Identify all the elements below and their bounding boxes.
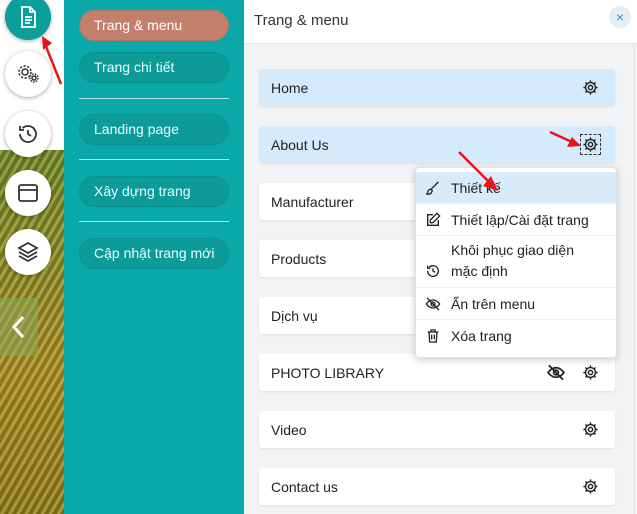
dropdown-label: Thiết kế	[451, 180, 501, 196]
page-label: Products	[271, 251, 327, 267]
page-actions-dropdown: Thiết kế Thiết lập/Cài đặt trang Khôi ph…	[415, 167, 617, 358]
close-button[interactable]: ×	[609, 6, 631, 28]
page-item-contact-us[interactable]: Contact us	[259, 468, 615, 505]
dropdown-item-page-settings[interactable]: Thiết lập/Cài đặt trang	[416, 204, 616, 236]
page-item-photo-library[interactable]: PHOTO LIBRARY	[259, 354, 615, 391]
layers-icon	[17, 241, 39, 263]
page-label: Home	[271, 80, 309, 96]
layout-button[interactable]	[5, 170, 51, 216]
page-label: Video	[271, 422, 307, 438]
scrollbar-track[interactable]	[633, 44, 635, 514]
dropdown-label: Khôi phục giao diện	[451, 242, 574, 258]
page-label: Contact us	[271, 479, 338, 495]
icon-rail	[0, 0, 64, 514]
menu-divider	[79, 221, 229, 222]
dropdown-label-continued: mặc định	[451, 263, 508, 279]
eye-slash-icon[interactable]	[546, 363, 566, 382]
page-label: Manufacturer	[271, 194, 354, 210]
dropdown-item-restore-default[interactable]: Khôi phục giao diện mặc định	[416, 236, 616, 288]
dropdown-label: Xóa trang	[451, 328, 512, 344]
gear-icon[interactable]	[582, 364, 599, 381]
restore-icon	[427, 265, 439, 277]
layout-icon	[18, 184, 38, 202]
dropdown-item-design[interactable]: Thiết kế	[416, 172, 616, 204]
page-label: PHOTO LIBRARY	[271, 365, 385, 381]
gear-icon[interactable]	[582, 79, 599, 96]
dropdown-item-hide-in-menu[interactable]: Ẩn trên menu	[416, 288, 616, 320]
page-label: Dịch vụ	[271, 308, 318, 324]
gear-icon[interactable]	[582, 421, 599, 438]
panel-header: Trang & menu ×	[244, 0, 637, 44]
brush-icon	[426, 181, 439, 195]
collapse-button[interactable]	[0, 298, 38, 356]
menu-item-update-new-page[interactable]: Cập nhật trang mới	[79, 238, 229, 269]
gear-cluster-icon	[18, 65, 39, 83]
dropdown-item-delete-page[interactable]: Xóa trang	[416, 320, 616, 352]
dropdown-label: Ẩn trên menu	[451, 296, 536, 312]
page-label: About Us	[271, 137, 329, 153]
trash-icon	[427, 329, 439, 343]
gear-icon[interactable]	[580, 134, 601, 155]
menu-item-landing-page[interactable]: Landing page	[79, 114, 229, 145]
settings-button[interactable]	[5, 51, 51, 97]
history-button[interactable]	[5, 111, 51, 157]
pages-menu: Trang & menu Trang chi tiết Landing page…	[64, 0, 244, 514]
menu-item-page-detail[interactable]: Trang chi tiết	[79, 52, 229, 83]
edit-icon	[427, 212, 441, 226]
eye-slash-icon	[425, 297, 441, 311]
layers-button[interactable]	[5, 229, 51, 275]
chevron-left-icon	[11, 315, 25, 339]
menu-item-build-page[interactable]: Xây dựng trang	[79, 176, 229, 207]
dropdown-label: Thiết lập/Cài đặt trang	[451, 212, 589, 228]
menu-item-pages-menu[interactable]: Trang & menu	[79, 10, 229, 41]
page-item-about-us[interactable]: About Us	[259, 126, 615, 163]
menu-divider	[79, 159, 229, 160]
page-item-video[interactable]: Video	[259, 411, 615, 448]
page-item-home[interactable]: Home	[259, 69, 615, 106]
menu-divider	[79, 98, 229, 99]
gear-icon[interactable]	[582, 478, 599, 495]
document-icon	[21, 6, 36, 28]
history-icon	[19, 125, 37, 143]
panel-title: Trang & menu	[254, 12, 349, 29]
